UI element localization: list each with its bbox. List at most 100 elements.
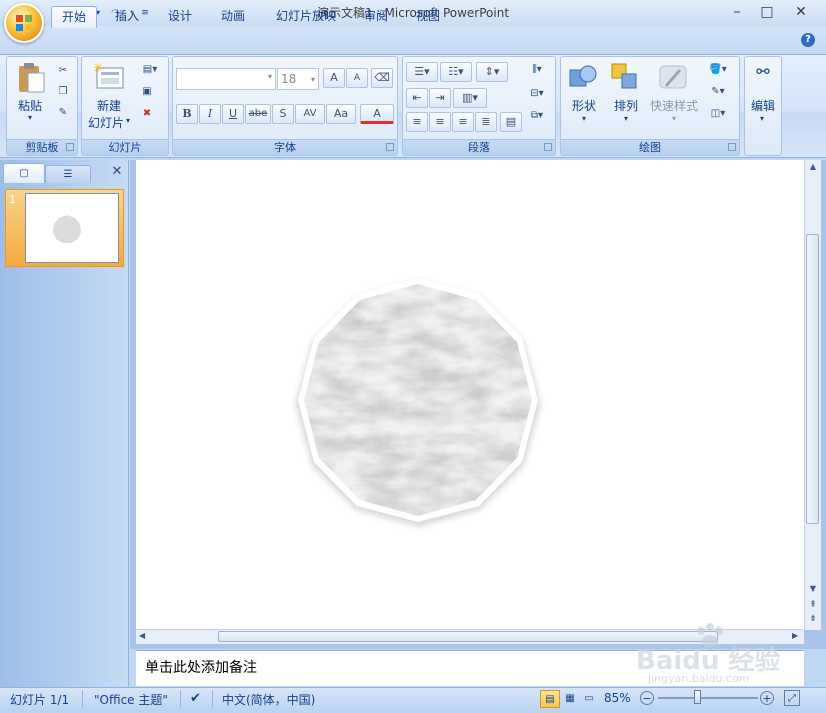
font-color-button[interactable]: A bbox=[360, 104, 394, 124]
editing-dropdown-icon[interactable]: ▾ bbox=[758, 114, 766, 123]
justify-icon[interactable]: ≣ bbox=[475, 112, 497, 132]
editing-label[interactable]: 编辑 bbox=[746, 97, 780, 114]
change-case-button[interactable]: Aa bbox=[326, 104, 356, 124]
shapes-icon[interactable] bbox=[568, 62, 598, 92]
layout-icon[interactable]: ▤▾ bbox=[138, 60, 162, 78]
align-left-icon[interactable]: ≡ bbox=[406, 112, 428, 132]
normal-view-icon[interactable]: ▤ bbox=[540, 690, 560, 708]
format-painter-icon[interactable]: ✎ bbox=[54, 103, 72, 121]
tab-design[interactable]: 设计 bbox=[157, 6, 203, 28]
zoom-slider-track[interactable] bbox=[658, 697, 758, 699]
new-slide-dropdown-icon[interactable]: ▾ bbox=[124, 116, 132, 125]
scroll-down-icon[interactable]: ▼ bbox=[807, 584, 819, 596]
bullets-icon[interactable]: ☰▾ bbox=[406, 62, 438, 82]
zoom-level[interactable]: 85% bbox=[604, 691, 631, 705]
zoom-out-icon[interactable]: − bbox=[640, 691, 654, 705]
outline-tab[interactable]: ☰ bbox=[45, 165, 91, 183]
font-launcher-icon[interactable] bbox=[386, 143, 394, 151]
binoculars-icon[interactable]: ⚯ bbox=[750, 62, 776, 81]
shapes-label[interactable]: 形状 bbox=[566, 97, 602, 114]
numbering-icon[interactable]: ☷▾ bbox=[440, 62, 472, 82]
strikethrough-button[interactable]: abe bbox=[245, 104, 271, 124]
clear-format-icon[interactable]: ⌫ bbox=[371, 68, 393, 88]
decrease-indent-icon[interactable]: ⇤ bbox=[406, 88, 428, 108]
language-status[interactable]: 中文(简体，中国) bbox=[222, 691, 315, 708]
help-icon[interactable]: ? bbox=[801, 33, 815, 47]
tab-home[interactable]: 开始 bbox=[51, 6, 97, 28]
shape-effects-icon[interactable]: ◫▾ bbox=[704, 104, 732, 122]
zoom-in-icon[interactable]: + bbox=[760, 691, 774, 705]
close-button[interactable]: ✕ bbox=[786, 2, 816, 22]
marble-dodecagon-shape[interactable] bbox=[286, 270, 550, 534]
font-name-dropdown-icon: ▾ bbox=[267, 72, 272, 81]
shadow-button[interactable]: S bbox=[272, 104, 294, 124]
font-size-select[interactable]: 18 ▾ bbox=[277, 68, 319, 90]
next-slide-icon[interactable]: ⇟ bbox=[807, 614, 819, 626]
paste-label[interactable]: 粘贴 bbox=[10, 97, 50, 114]
paste-icon[interactable] bbox=[16, 62, 46, 94]
paste-dropdown-icon[interactable]: ▾ bbox=[25, 113, 35, 122]
maximize-button[interactable]: □ bbox=[752, 2, 782, 22]
smartart-icon[interactable]: ⧉▾ bbox=[524, 106, 550, 124]
arrange-label[interactable]: 排列 bbox=[608, 97, 644, 114]
office-button[interactable] bbox=[4, 3, 44, 43]
shapes-dropdown-icon[interactable]: ▾ bbox=[580, 114, 588, 123]
arrange-dropdown-icon[interactable]: ▾ bbox=[622, 114, 630, 123]
arrange-icon[interactable] bbox=[610, 62, 640, 92]
align-right-icon[interactable]: ≡ bbox=[452, 112, 474, 132]
notes-placeholder[interactable]: 单击此处添加备注 bbox=[145, 657, 257, 677]
new-slide-icon[interactable]: ✳ bbox=[93, 62, 125, 90]
shape-outline-icon[interactable]: ✎▾ bbox=[704, 82, 732, 100]
tab-view[interactable]: 视图 bbox=[405, 6, 451, 28]
shape-fill-icon[interactable]: 🪣▾ bbox=[704, 60, 732, 78]
text-direction-icon[interactable]: ⫼▾ bbox=[524, 60, 550, 78]
quick-styles-icon[interactable] bbox=[656, 62, 690, 92]
slideshow-view-icon[interactable]: ▭ bbox=[580, 690, 598, 708]
clipboard-launcher-icon[interactable] bbox=[66, 143, 74, 151]
grow-font-button[interactable]: A bbox=[323, 68, 345, 88]
slides-tab[interactable]: ▢ bbox=[3, 163, 45, 183]
new-slide-label-1[interactable]: 新建 bbox=[86, 97, 132, 114]
fit-to-window-icon[interactable]: ⤢ bbox=[784, 690, 800, 706]
drawing-launcher-icon[interactable] bbox=[728, 143, 736, 151]
previous-slide-icon[interactable]: ⇞ bbox=[807, 600, 819, 612]
vertical-scroll-thumb[interactable] bbox=[806, 234, 819, 524]
status-divider bbox=[82, 690, 83, 708]
font-name-select[interactable]: ▾ bbox=[176, 68, 276, 90]
minimize-button[interactable]: – bbox=[722, 2, 752, 22]
character-spacing-button[interactable]: AV bbox=[295, 104, 325, 124]
tab-slideshow[interactable]: 幻灯片放映 bbox=[266, 6, 346, 28]
italic-button[interactable]: I bbox=[199, 104, 221, 124]
align-center-icon[interactable]: ≡ bbox=[429, 112, 451, 132]
tab-insert[interactable]: 插入 bbox=[104, 6, 150, 28]
proofing-icon[interactable]: ✔ bbox=[190, 691, 201, 706]
reset-icon[interactable]: ▣ bbox=[138, 82, 156, 100]
columns-icon[interactable]: ▥▾ bbox=[453, 88, 487, 108]
new-slide-label-2[interactable]: 幻灯片 bbox=[86, 114, 126, 131]
paragraph-launcher-icon[interactable] bbox=[544, 143, 552, 151]
quick-styles-label[interactable]: 快速样式 bbox=[646, 97, 702, 114]
tab-review[interactable]: 审阅 bbox=[353, 6, 399, 28]
slide[interactable] bbox=[136, 160, 804, 630]
close-panel-icon[interactable]: ✕ bbox=[110, 163, 124, 181]
scroll-left-icon[interactable]: ◀ bbox=[139, 631, 149, 642]
baidu-watermark: Baidu 经验 jingyan.baidu.com bbox=[636, 622, 806, 686]
align-text-icon[interactable]: ⊟▾ bbox=[524, 84, 550, 102]
zoom-slider-thumb[interactable] bbox=[694, 690, 701, 704]
tab-animations[interactable]: 动画 bbox=[210, 6, 256, 28]
line-spacing-icon[interactable]: ⇕▾ bbox=[476, 62, 508, 82]
delete-slide-icon[interactable]: ✖ bbox=[138, 104, 156, 122]
cut-icon[interactable]: ✂ bbox=[54, 61, 72, 79]
bold-button[interactable]: B bbox=[176, 104, 198, 124]
copy-icon[interactable]: ❐ bbox=[54, 82, 72, 100]
quick-styles-dropdown-icon[interactable]: ▾ bbox=[670, 114, 678, 123]
thumbnail-shape bbox=[53, 215, 81, 243]
slide-thumbnail[interactable] bbox=[25, 193, 119, 263]
shrink-font-button[interactable]: A bbox=[346, 68, 368, 88]
distributed-icon[interactable]: ▤ bbox=[500, 112, 522, 132]
increase-indent-icon[interactable]: ⇥ bbox=[429, 88, 451, 108]
scroll-up-icon[interactable]: ▲ bbox=[807, 162, 819, 174]
underline-button[interactable]: U bbox=[222, 104, 244, 124]
slide-sorter-view-icon[interactable]: ▦ bbox=[561, 690, 579, 708]
slides-group-label: 幻灯片 bbox=[82, 139, 168, 155]
